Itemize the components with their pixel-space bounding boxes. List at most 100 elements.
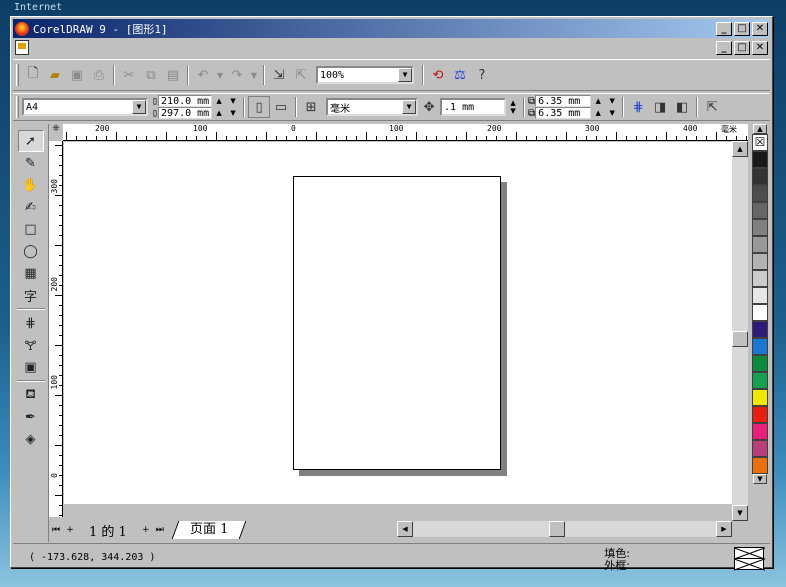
open-folder-icon[interactable]: ▰ [44, 64, 66, 86]
redo-dropdown-icon[interactable]: ▼ [248, 64, 260, 86]
palette-swatch[interactable] [752, 202, 768, 219]
dup-x-spinner[interactable]: ▲ ▼ [591, 97, 619, 105]
copy-icon[interactable]: ⧉ [140, 64, 162, 86]
outline-none-swatch[interactable] [734, 558, 764, 570]
palette-swatch[interactable] [752, 423, 768, 440]
chevron-down-icon[interactable]: ▼ [132, 100, 146, 114]
toolbar-grip[interactable] [16, 64, 19, 86]
maximize-button[interactable]: □ [734, 21, 750, 36]
ruler-origin-icon[interactable]: ⁜ [49, 124, 63, 141]
nudge-spinner[interactable]: ▲ ▼ [506, 99, 520, 115]
page-layout-icon[interactable]: ⊞ [300, 96, 322, 118]
palette-swatch[interactable] [752, 355, 768, 372]
undo-icon[interactable]: ↶ [192, 64, 214, 86]
paste-icon[interactable]: ▤ [162, 64, 184, 86]
freehand-tool-icon[interactable]: ✍ [18, 196, 44, 218]
page-height-field[interactable]: 297.0 mm [158, 107, 213, 119]
scroll-right-button[interactable]: ▶ [716, 521, 732, 537]
shape-tool-icon[interactable]: ✎ [18, 152, 44, 174]
chevron-down-icon[interactable]: ▼ [402, 100, 417, 114]
no-color-swatch[interactable]: ☒ [752, 134, 768, 151]
text-tool-icon[interactable]: 字 [18, 284, 44, 306]
corel-online-icon[interactable]: ⚖ [449, 64, 471, 86]
width-spinner[interactable]: ▲ ▼ [212, 97, 240, 105]
scroll-thumb[interactable] [732, 331, 748, 347]
palette-swatch[interactable] [752, 372, 768, 389]
dup-y-field[interactable]: 6.35 mm [535, 107, 592, 119]
dup-y-spinner[interactable]: ▲ ▼ [591, 109, 619, 117]
redo-icon[interactable]: ↷ [226, 64, 248, 86]
minimize-button[interactable]: _ [716, 21, 732, 36]
chevron-down-icon[interactable]: ▼ [398, 68, 412, 82]
document-icon[interactable] [15, 40, 29, 55]
palette-swatch[interactable] [752, 304, 768, 321]
page-width-field[interactable]: 210.0 mm [158, 95, 213, 107]
palette-swatch[interactable] [752, 219, 768, 236]
application-launcher-icon[interactable]: ⟲ [427, 64, 449, 86]
interactive-fill-icon[interactable]: ◈ [18, 428, 44, 450]
palette-swatch[interactable] [752, 406, 768, 423]
toolbar-grip[interactable] [16, 96, 19, 118]
palette-swatch[interactable] [752, 236, 768, 253]
portrait-icon[interactable]: ▯ [248, 96, 271, 118]
palette-swatch[interactable] [752, 168, 768, 185]
palette-swatch[interactable] [752, 287, 768, 304]
scroll-down-button[interactable]: ▼ [732, 505, 748, 521]
h-scroll-thumb[interactable] [549, 521, 565, 537]
close-button[interactable]: ✕ [752, 21, 768, 36]
palette-scroll-up[interactable]: ▲ [753, 124, 767, 134]
palette-swatch[interactable] [752, 253, 768, 270]
last-page-button[interactable]: ⏭ [153, 523, 167, 537]
pen-outline-icon[interactable]: ✒ [18, 406, 44, 428]
outline-tool-icon[interactable]: ▣ [18, 356, 44, 378]
first-page-button[interactable]: ⏮ [49, 523, 63, 537]
import-icon[interactable]: ⇲ [268, 64, 290, 86]
polygon-tool-icon[interactable]: ▦ [18, 262, 44, 284]
landscape-icon[interactable]: ▭ [270, 96, 292, 118]
paper-size-select[interactable]: A4 ▼ [22, 98, 148, 116]
doc-restore-button[interactable]: □ [734, 41, 750, 55]
vertical-scrollbar[interactable]: ▲ ▼ [732, 141, 748, 521]
pan-hand-icon[interactable]: ✋ [18, 174, 44, 196]
scroll-left-button[interactable]: ◀ [397, 521, 413, 537]
doc-close-button[interactable]: ✕ [752, 41, 768, 55]
rectangle-tool-icon[interactable]: □ [18, 218, 44, 240]
save-icon[interactable]: ▣ [66, 64, 88, 86]
horizontal-scrollbar[interactable]: ◀ ▶ [397, 521, 732, 537]
printable-page[interactable] [293, 176, 501, 470]
whats-this-help-icon[interactable]: ? [471, 64, 493, 86]
snap-objects-icon[interactable]: ◧ [671, 96, 693, 118]
export-icon[interactable]: ⇱ [290, 64, 312, 86]
add-page-before-button[interactable]: + [63, 523, 77, 537]
scroll-up-button[interactable]: ▲ [732, 141, 748, 157]
pick-tool-icon[interactable]: ➚ [17, 130, 44, 152]
print-icon[interactable]: ⎙ [88, 64, 110, 86]
ellipse-tool-icon[interactable]: ◯ [18, 240, 44, 262]
interactive-blend-icon[interactable]: ⋕ [18, 312, 44, 334]
palette-swatch[interactable] [752, 440, 768, 457]
add-page-after-button[interactable]: + [139, 523, 153, 537]
cut-icon[interactable]: ✂ [118, 64, 140, 86]
palette-swatch[interactable] [752, 321, 768, 338]
snap-grid-icon[interactable]: ⋕ [627, 96, 649, 118]
palette-swatch[interactable] [752, 270, 768, 287]
fill-bucket-icon[interactable]: ⛾ [18, 384, 44, 406]
palette-scroll-down[interactable]: ▼ [753, 474, 767, 484]
palette-swatch[interactable] [752, 151, 768, 168]
palette-swatch[interactable] [752, 457, 768, 474]
drawing-canvas[interactable] [64, 142, 732, 504]
eyedropper-icon[interactable]: 🝖 [18, 334, 44, 356]
page-tab[interactable]: 页面 1 [171, 521, 247, 539]
zoom-select[interactable]: 100% ▼ [316, 66, 414, 84]
palette-swatch[interactable] [752, 185, 768, 202]
palette-swatch[interactable] [752, 389, 768, 406]
palette-swatch[interactable] [752, 338, 768, 355]
new-file-icon[interactable]: 🗋 [22, 64, 44, 86]
doc-minimize-button[interactable]: _ [716, 41, 732, 55]
snap-guidelines-icon[interactable]: ◨ [649, 96, 671, 118]
undo-dropdown-icon[interactable]: ▼ [214, 64, 226, 86]
dup-x-field[interactable]: 6.35 mm [535, 95, 592, 107]
nudge-field[interactable]: .1 mm [440, 98, 507, 116]
units-select[interactable]: 毫米 ▼ [326, 98, 419, 116]
height-spinner[interactable]: ▲ ▼ [212, 109, 240, 117]
